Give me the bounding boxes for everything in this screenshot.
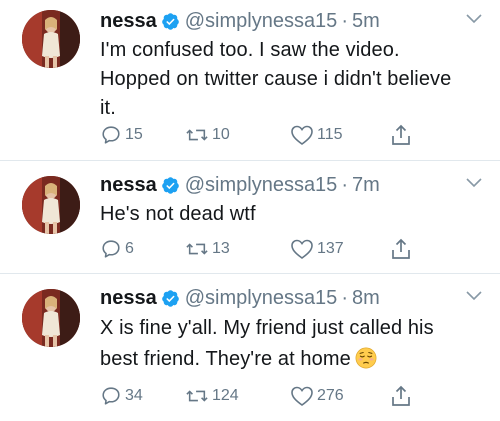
reply-icon — [102, 240, 120, 258]
avatar[interactable] — [22, 289, 80, 347]
retweet-icon — [186, 243, 208, 255]
tweet-text-line: it. — [100, 97, 116, 119]
separator-dot: · — [341, 174, 348, 196]
tweet-header: nessa @simplynessa15 · 5m — [100, 8, 482, 34]
like-button[interactable]: 115 — [290, 123, 343, 147]
tweet-content: nessa @simplynessa15 · 5m I'm confused t… — [100, 8, 482, 123]
avatar-photo — [22, 176, 80, 234]
tweet-content: nessa @simplynessa15 · 7m He's not dead … — [100, 172, 482, 229]
verified-badge-icon — [161, 176, 179, 194]
retweet-button[interactable]: 124 — [185, 384, 239, 408]
timestamp[interactable]: 7m — [352, 172, 380, 198]
username[interactable]: @simplynessa15 — [185, 285, 338, 311]
avatar-photo — [22, 10, 80, 68]
share-icon — [392, 238, 410, 259]
tweet[interactable]: nessa @simplynessa15 · 5m I'm confused t… — [0, 0, 500, 160]
verified-badge-icon — [161, 12, 179, 30]
pensive-face-icon — [355, 347, 377, 369]
timestamp[interactable]: 8m — [352, 285, 380, 311]
tweet-text-line-with-emoji: best friend. They're at home — [100, 344, 482, 375]
heart-icon — [291, 125, 313, 145]
tweet-header: nessa @simplynessa15 · 8m — [100, 285, 482, 311]
username[interactable]: @simplynessa15 — [185, 172, 338, 198]
tweet[interactable]: nessa @simplynessa15 · 8m X is fine y'al… — [0, 273, 500, 421]
like-button[interactable]: 276 — [290, 384, 344, 408]
retweet-button[interactable]: 13 — [185, 237, 230, 261]
display-name[interactable]: nessa — [100, 8, 157, 34]
retweet-count: 10 — [212, 126, 230, 143]
share-icon — [392, 124, 410, 145]
chevron-down-icon[interactable] — [466, 291, 482, 301]
display-name[interactable]: nessa — [100, 172, 157, 198]
share-button[interactable] — [390, 123, 415, 147]
retweet-icon — [186, 390, 208, 402]
tweet-feed: nessa @simplynessa15 · 5m I'm confused t… — [0, 0, 500, 421]
separator-dot: · — [341, 287, 348, 309]
retweet-count: 124 — [212, 387, 239, 404]
tweet-text-line: Hopped on twitter cause i didn't believe — [100, 68, 452, 90]
username[interactable]: @simplynessa15 — [185, 8, 338, 34]
heart-icon — [291, 239, 313, 259]
reply-button[interactable]: 6 — [100, 237, 134, 261]
tweet-header: nessa @simplynessa15 · 7m — [100, 172, 482, 198]
tweet-content: nessa @simplynessa15 · 8m X is fine y'al… — [100, 285, 482, 375]
tweet-text-line: I'm confused too. I saw the video. — [100, 39, 400, 61]
separator-dot: · — [341, 10, 348, 32]
reply-icon — [102, 126, 120, 144]
share-button[interactable] — [390, 237, 415, 261]
like-count: 276 — [317, 387, 344, 404]
retweet-icon — [186, 129, 208, 141]
tweet-actions: 15 10 115 — [100, 123, 430, 147]
tweet-text-line: He's not dead wtf — [100, 203, 256, 225]
like-count: 115 — [317, 126, 343, 143]
display-name[interactable]: nessa — [100, 285, 157, 311]
avatar[interactable] — [22, 10, 80, 68]
tweet-text: He's not dead wtf — [100, 200, 482, 229]
avatar-photo — [22, 289, 80, 347]
reply-count: 15 — [125, 126, 143, 143]
heart-icon — [291, 386, 313, 406]
timestamp[interactable]: 5m — [352, 8, 380, 34]
share-button[interactable] — [390, 384, 415, 408]
reply-icon — [102, 387, 120, 405]
share-icon — [392, 385, 410, 406]
like-count: 137 — [317, 240, 344, 257]
tweet-text: I'm confused too. I saw the video. Hoppe… — [100, 36, 482, 123]
reply-count: 34 — [125, 387, 143, 404]
tweet[interactable]: nessa @simplynessa15 · 7m He's not dead … — [0, 160, 500, 273]
reply-button[interactable]: 15 — [100, 123, 143, 147]
tweet-text: X is fine y'all. My friend just called h… — [100, 313, 482, 375]
chevron-down-icon[interactable] — [466, 14, 482, 24]
tweet-text-line: best friend. They're at home — [100, 348, 351, 370]
tweet-actions: 34 124 276 — [100, 384, 430, 408]
retweet-button[interactable]: 10 — [185, 123, 230, 147]
like-button[interactable]: 137 — [290, 237, 344, 261]
chevron-down-icon[interactable] — [466, 178, 482, 188]
reply-button[interactable]: 34 — [100, 384, 143, 408]
verified-badge-icon — [161, 289, 179, 307]
retweet-count: 13 — [212, 240, 230, 257]
reply-count: 6 — [125, 240, 134, 257]
avatar[interactable] — [22, 176, 80, 234]
tweet-text-line: X is fine y'all. My friend just called h… — [100, 317, 434, 339]
tweet-actions: 6 13 137 — [100, 237, 430, 261]
